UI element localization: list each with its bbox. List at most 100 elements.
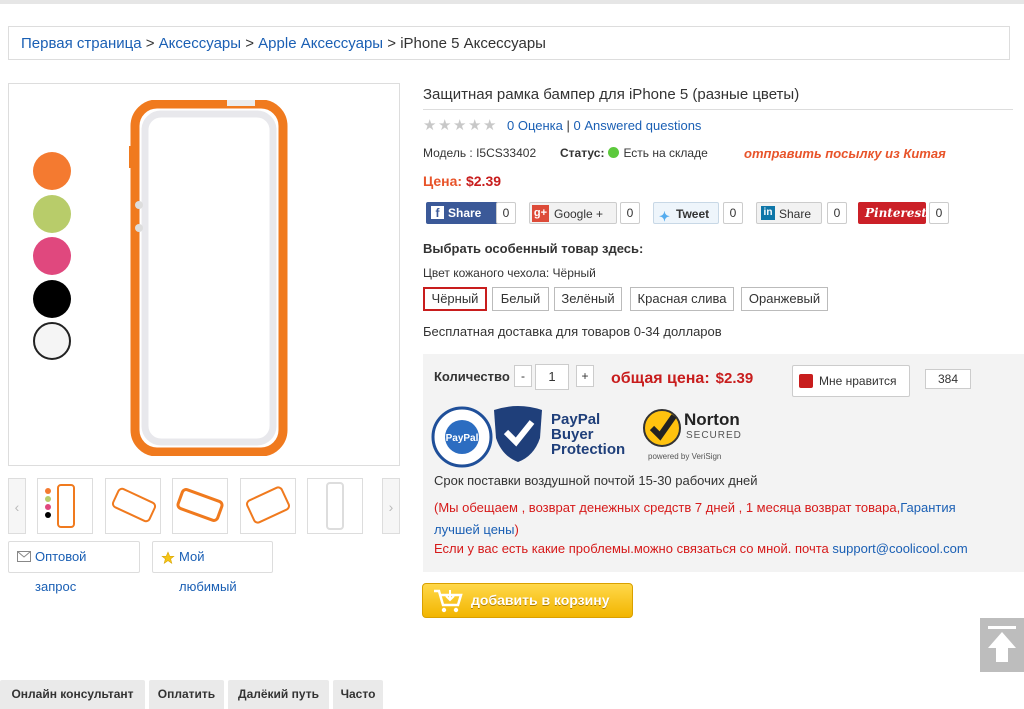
option-plum[interactable]: Красная слива xyxy=(630,287,734,311)
rating-separator: | xyxy=(566,118,570,133)
thumbnail-image xyxy=(45,484,75,528)
price-value: $2.39 xyxy=(465,173,502,189)
chevron-right-icon: › xyxy=(388,499,394,515)
breadcrumb-separator: > xyxy=(145,35,155,52)
thumbnail-1[interactable] xyxy=(37,478,93,534)
refund-promise: (Мы обещаем , возврат денежных средств 7… xyxy=(434,497,994,541)
star-empty-icon: ★ xyxy=(468,117,482,134)
tab-pay[interactable]: Оплатить xyxy=(149,680,224,709)
bumper-frame-image xyxy=(129,100,288,456)
quantity-label: Количество xyxy=(434,369,510,384)
main-product-image[interactable] xyxy=(8,83,400,466)
top-strip xyxy=(0,0,1024,4)
color-swatch-green xyxy=(33,195,71,233)
ship-from-note: отправить посылку из Китая xyxy=(744,146,946,161)
norton-powered: powered by VeriSign xyxy=(648,452,722,461)
thumbnail-2[interactable] xyxy=(105,478,161,534)
tab-online-consultant[interactable]: Онлайн консультант xyxy=(0,680,145,709)
status-label: Статус: xyxy=(560,146,605,160)
google-plus-button[interactable]: g+ Google + xyxy=(529,202,617,224)
tab-faq[interactable]: Часто xyxy=(333,680,383,709)
rating-summary: 0 Оценка | 0 Answered questions xyxy=(507,118,701,133)
in-stock-dot-icon xyxy=(608,147,620,158)
google-plus-icon: g+ xyxy=(532,205,549,222)
quantity-input[interactable]: 1 xyxy=(535,364,569,390)
thumbnail-prev-button[interactable]: ‹ xyxy=(8,478,26,534)
breadcrumb-apple-accessories[interactable]: Apple Аксессуары xyxy=(258,35,383,52)
breadcrumb-separator: > xyxy=(245,35,254,52)
tweet-button[interactable]: ✦ Tweet xyxy=(653,202,719,224)
norton-title: Norton xyxy=(684,410,740,429)
star-icon xyxy=(161,551,175,564)
linkedin-share-count: 0 xyxy=(827,202,847,224)
option-black[interactable]: Чёрный xyxy=(423,287,487,311)
facebook-share-count: 0 xyxy=(496,202,516,224)
like-label: Мне нравится xyxy=(819,374,897,388)
price-label: Цена: xyxy=(423,173,463,189)
thumbnail-image xyxy=(246,486,290,524)
linkedin-share-label: Share xyxy=(779,207,812,221)
refund-promise-text: (Мы обещаем , возврат денежных средств 7… xyxy=(434,500,901,515)
norton-secured: SECURED xyxy=(686,430,742,441)
favorite-label: Мой любимый xyxy=(179,549,237,594)
thumbnail-3[interactable] xyxy=(172,478,228,534)
thumbnail-image xyxy=(111,487,157,523)
google-plus-label: Google + xyxy=(554,207,604,221)
stock-status: Статус: Есть на складе xyxy=(560,146,708,160)
twitter-bird-icon: ✦ xyxy=(659,209,670,224)
thumbnail-image xyxy=(326,482,344,530)
cart-icon xyxy=(434,589,463,613)
color-swatch-black xyxy=(33,280,71,318)
arrow-up-icon xyxy=(988,626,1016,662)
chevron-left-icon: ‹ xyxy=(14,499,20,515)
reviews-link[interactable]: 0 Оценка xyxy=(507,118,563,133)
thumbnail-4[interactable] xyxy=(240,478,296,534)
envelope-icon xyxy=(17,551,31,562)
pinterest-count: 0 xyxy=(929,202,949,224)
tab-far-route[interactable]: Далёкий путь xyxy=(228,680,329,709)
support-email-link[interactable]: support@coolicool.com xyxy=(832,541,967,556)
norton-badge: Norton SECURED powered by VeriSign xyxy=(642,406,754,466)
quantity-minus-button[interactable]: - xyxy=(514,365,532,387)
tweet-label: Tweet xyxy=(676,207,710,221)
pinterest-button[interactable]: Pinterest xyxy=(858,202,927,224)
options-heading: Выбрать особенный товар здесь: xyxy=(423,241,644,256)
paypal-seal-badge: PayPal xyxy=(431,406,493,468)
favorite-button[interactable]: Мой любимый xyxy=(152,541,273,594)
paypal-protection-text: PayPal Buyer Protection xyxy=(551,412,625,457)
status-value: Есть на складе xyxy=(623,146,708,160)
paypal-shield-icon xyxy=(494,406,542,462)
contact-note: Если у вас есть какие проблемы.можно свя… xyxy=(434,541,968,556)
back-to-top-button[interactable] xyxy=(980,618,1024,672)
paypal-word: PayPal xyxy=(551,411,601,428)
rating-stars: ★ ★ ★ ★ ★ xyxy=(423,118,498,133)
wholesale-request-button[interactable]: Оптовой запрос xyxy=(8,541,140,594)
wholesale-request-label: Оптовой запрос xyxy=(35,549,87,594)
color-swatch-white xyxy=(33,322,71,360)
tweet-count: 0 xyxy=(723,202,743,224)
refund-promise-end: ) xyxy=(514,522,519,537)
thumbnail-5[interactable] xyxy=(307,478,363,534)
add-to-cart-button[interactable]: добавить в корзину xyxy=(422,583,633,618)
breadcrumb-accessories[interactable]: Аксессуары xyxy=(159,35,241,52)
model-number: Модель : I5CS33402 xyxy=(423,146,537,160)
questions-link[interactable]: 0 Answered questions xyxy=(574,118,702,133)
linkedin-share-button[interactable]: in Share xyxy=(756,202,822,224)
thumbs-up-icon xyxy=(799,374,813,388)
option-green[interactable]: Зелёный xyxy=(554,287,622,311)
quantity-plus-button[interactable]: + xyxy=(576,365,594,387)
price: Цена: $2.39 xyxy=(423,173,501,189)
thumbnail-next-button[interactable]: › xyxy=(382,478,400,534)
protection-word: Protection xyxy=(551,441,626,458)
breadcrumb-home[interactable]: Первая страница xyxy=(21,35,142,52)
buyer-word: Buyer xyxy=(551,426,594,443)
option-white[interactable]: Белый xyxy=(492,287,549,311)
star-empty-icon: ★ xyxy=(423,117,437,134)
purchase-panel: Количество - 1 + общая цена: $2.39 Мне нр… xyxy=(423,354,1024,572)
free-shipping-note: Бесплатная доставка для товаров 0-34 дол… xyxy=(423,324,722,339)
option-orange[interactable]: Оранжевый xyxy=(741,287,828,311)
pinterest-label: Pinterest xyxy=(865,206,927,220)
norton-check-icon xyxy=(643,409,681,447)
like-button[interactable]: Мне нравится xyxy=(792,365,910,397)
like-count: 384 xyxy=(925,369,971,389)
